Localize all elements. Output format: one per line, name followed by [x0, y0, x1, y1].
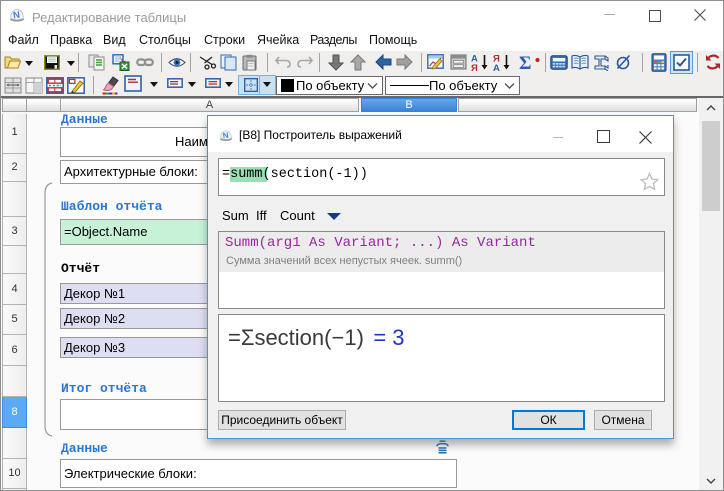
svg-text:Σ: Σ: [519, 53, 531, 72]
svg-text:А: А: [493, 63, 500, 72]
svg-text:Я: Я: [471, 63, 478, 72]
